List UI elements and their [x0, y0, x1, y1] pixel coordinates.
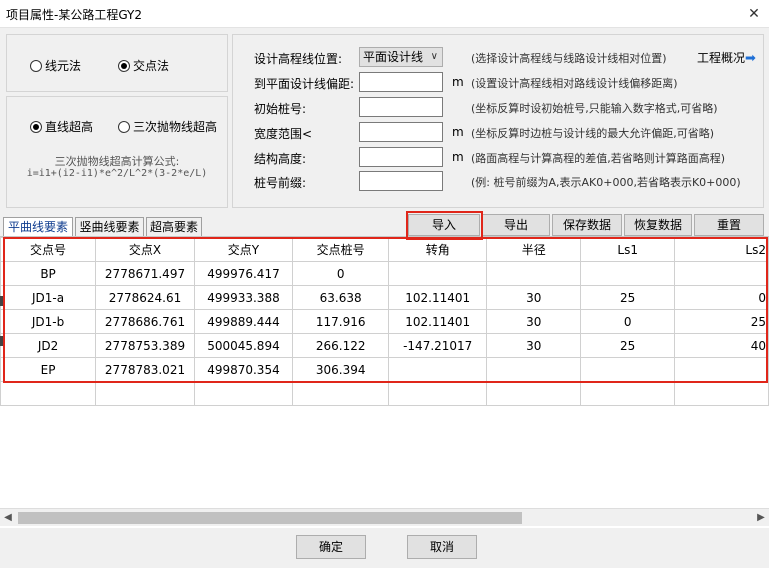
title-bar: 项目属性-某公路工程GY2 ✕ — [0, 0, 769, 28]
left-edge-mark — [0, 336, 3, 346]
ok-button[interactable]: 确定 — [296, 535, 366, 559]
radio-selected-icon — [30, 120, 42, 133]
save-data-button[interactable]: 保存数据 — [552, 214, 622, 236]
station-prefix-input[interactable] — [359, 171, 443, 191]
radio-line-element[interactable]: 线元法 — [30, 57, 81, 74]
start-station-label: 初始桩号: — [254, 102, 307, 116]
export-button[interactable]: 导出 — [482, 214, 550, 236]
radio-intersection[interactable]: 交点法 — [118, 57, 169, 74]
overview-link[interactable]: 工程概况➡ — [697, 49, 756, 66]
start-station-input[interactable] — [359, 97, 443, 117]
scrollbar-thumb[interactable] — [18, 512, 522, 524]
formula-title: 三次抛物线超高计算公式: — [54, 155, 180, 168]
arrow-right-icon: ➡ — [745, 51, 756, 66]
width-label: 宽度范围< — [254, 127, 313, 141]
radio-circle-icon — [118, 120, 130, 133]
horizontal-scrollbar[interactable]: ◀ ▶ — [0, 508, 769, 526]
superelevation-panel — [6, 96, 228, 208]
offset-hint: (设置设计高程线相对路线设计线偏移距离) — [471, 77, 678, 90]
cancel-button[interactable]: 取消 — [407, 535, 477, 559]
close-icon[interactable]: ✕ — [739, 0, 769, 28]
overview-link-text: 工程概况 — [697, 51, 746, 65]
table-cell[interactable] — [0, 381, 97, 406]
structure-height-input[interactable] — [359, 147, 443, 167]
restore-data-button[interactable]: 恢复数据 — [624, 214, 692, 236]
tab-horizontal-curve[interactable]: 平曲线要素 — [3, 217, 73, 237]
table-cell[interactable] — [292, 381, 390, 406]
radio-label: 交点法 — [133, 59, 170, 73]
offset-label: 到平面设计线偏距: — [254, 77, 355, 91]
structure-height-label: 结构高度: — [254, 152, 307, 166]
offset-input[interactable] — [359, 72, 443, 92]
table-row-empty — [0, 381, 769, 406]
station-prefix-hint: (例: 桩号前缀为A,表示AK0+000,若省略表示K0+000) — [471, 176, 741, 189]
table-cell[interactable] — [674, 381, 769, 406]
window-title: 项目属性-某公路工程GY2 — [6, 8, 142, 22]
width-unit: m — [452, 125, 464, 139]
design-line-hint: (选择设计高程线与线路设计线相对位置) — [471, 52, 667, 65]
design-line-value: 平面设计线 — [363, 50, 424, 64]
radio-label: 直线超高 — [45, 120, 94, 134]
structure-height-unit: m — [452, 150, 464, 164]
station-prefix-label: 桩号前缀: — [254, 176, 307, 190]
tab-superelevation[interactable]: 超高要素 — [146, 217, 202, 237]
table-cell[interactable] — [388, 381, 488, 406]
width-input[interactable] — [359, 122, 443, 142]
scroll-left-icon[interactable]: ◀ — [0, 509, 16, 527]
radio-circle-icon — [30, 59, 42, 72]
radio-cubic-superelevation[interactable]: 三次抛物线超高 — [118, 118, 217, 135]
tab-vertical-curve[interactable]: 竖曲线要素 — [75, 217, 144, 237]
table-cell[interactable] — [95, 381, 195, 406]
start-station-hint: (坐标反算时设初始桩号,只能输入数字格式,可省略) — [471, 102, 718, 115]
reset-button[interactable]: 重置 — [694, 214, 764, 236]
scroll-right-icon[interactable]: ▶ — [753, 509, 769, 527]
table-highlight — [3, 237, 768, 383]
left-edge-mark — [0, 296, 3, 306]
radio-label: 线元法 — [45, 59, 82, 73]
design-line-label: 设计高程线位置: — [254, 52, 343, 66]
table-cell[interactable] — [580, 381, 676, 406]
radio-label: 三次抛物线超高 — [133, 120, 218, 134]
offset-unit: m — [452, 75, 464, 89]
design-line-select[interactable]: 平面设计线 ∨ — [359, 47, 443, 67]
table-cell[interactable] — [486, 381, 582, 406]
table-cell[interactable] — [193, 381, 294, 406]
chevron-down-icon: ∨ — [430, 51, 438, 62]
structure-height-hint: (路面高程与计算高程的差值,若省略则计算路面高程) — [471, 152, 726, 165]
formula-text: i=i1+(i2-i1)*e^2/L^2*(3-2*e/L) — [26, 168, 208, 179]
import-highlight — [406, 211, 483, 240]
radio-linear-superelevation[interactable]: 直线超高 — [30, 118, 93, 135]
radio-selected-icon — [118, 59, 130, 72]
width-hint: (坐标反算时边桩与设计线的最大允许偏距,可省略) — [471, 127, 715, 140]
